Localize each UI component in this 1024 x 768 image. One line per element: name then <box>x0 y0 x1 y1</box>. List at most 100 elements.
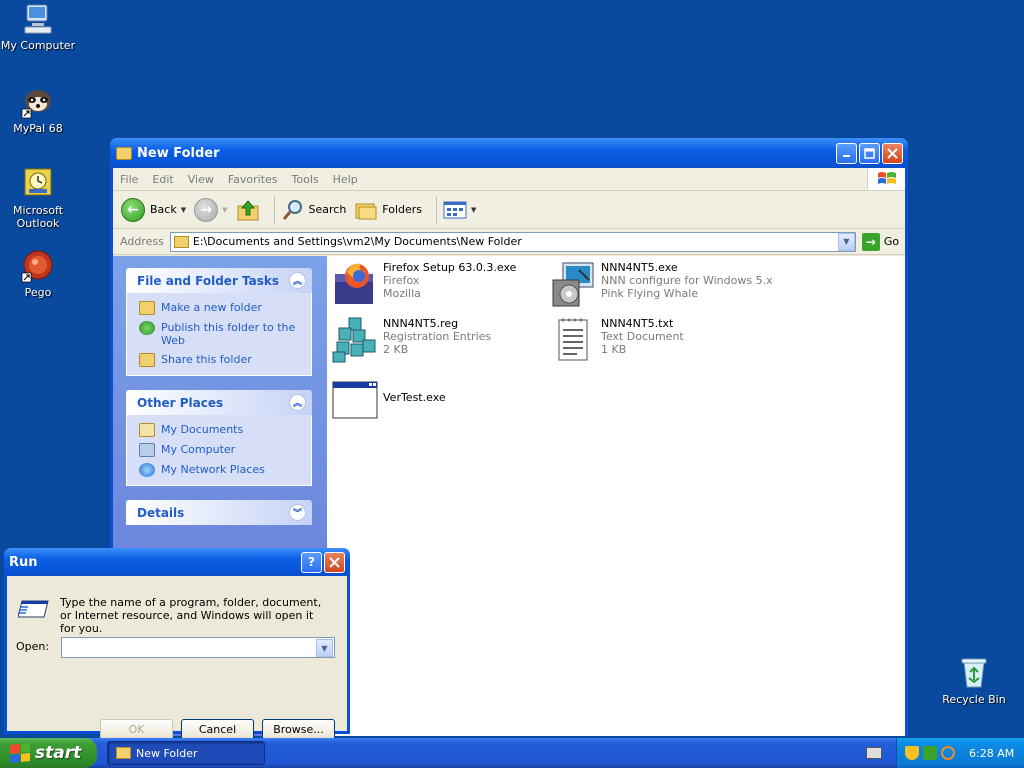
desktop-icon-recycle-bin[interactable]: Recycle Bin <box>936 656 1012 706</box>
panel-header[interactable]: File and Folder Tasks ︽ <box>126 268 312 293</box>
expand-icon[interactable]: ︾ <box>289 504 306 521</box>
ok-button[interactable]: OK <box>100 719 173 740</box>
standard-toolbar: ← Back ▼ → ▼ Search Folders ▼ <box>113 191 905 229</box>
panel-header[interactable]: Details ︾ <box>126 500 312 525</box>
explorer-titlebar[interactable]: New Folder <box>110 138 908 168</box>
clock[interactable]: 6:28 AM <box>969 747 1014 760</box>
close-icon <box>887 147 898 159</box>
desktop-icon-label: Recycle Bin <box>942 693 1006 706</box>
file-item-vertest-exe[interactable]: VerTest.exe <box>331 376 541 424</box>
outlook-icon <box>21 167 55 201</box>
back-button[interactable]: ← Back ▼ <box>121 197 186 222</box>
taskbar-item-new-folder[interactable]: New Folder <box>107 741 265 765</box>
place-label: My Computer <box>161 443 236 456</box>
file-item-firefox-setup[interactable]: Firefox Setup 63.0.3.exe Firefox Mozilla <box>331 260 541 308</box>
file-name: NNN4NT5.txt <box>601 317 674 330</box>
text-document-icon <box>549 316 597 364</box>
address-bar: Address E:\Documents and Settings\vm2\My… <box>113 229 905 255</box>
close-button[interactable] <box>324 551 345 573</box>
place-my-computer[interactable]: My Computer <box>139 443 303 457</box>
file-item-nnn4nt5-reg[interactable]: NNN4NT5.reg Registration Entries 2 KB <box>331 316 541 364</box>
keyboard-icon[interactable] <box>866 747 882 759</box>
maximize-button[interactable] <box>859 142 880 164</box>
menu-file[interactable]: File <box>120 173 138 186</box>
search-label: Search <box>308 203 347 216</box>
cancel-button[interactable]: Cancel <box>181 719 254 740</box>
run-program-icon <box>17 595 50 621</box>
file-meta: NNN4NT5.reg Registration Entries 2 KB <box>383 316 491 364</box>
open-dropdown-button[interactable]: ▼ <box>316 639 333 657</box>
start-button[interactable]: start <box>0 738 97 768</box>
file-name: NNN4NT5.reg <box>383 317 459 330</box>
toolbar-separator <box>436 195 438 224</box>
folder-icon <box>116 146 132 160</box>
go-arrow-icon: → <box>861 232 880 251</box>
desktop-icon-pego[interactable]: Pego <box>0 249 76 299</box>
menu-edit[interactable]: Edit <box>152 173 173 186</box>
open-combobox[interactable]: ▼ <box>61 637 335 658</box>
views-button[interactable]: ▼ <box>443 200 476 220</box>
open-label: Open: <box>16 640 50 653</box>
panel-title: Details <box>137 505 185 520</box>
desktop-icon-mypal[interactable]: MyPal 68 <box>0 85 76 135</box>
search-button[interactable]: Search <box>281 198 347 222</box>
minimize-icon <box>842 155 850 157</box>
file-type: Text Document <box>601 330 684 343</box>
start-label: start <box>35 743 82 763</box>
file-type: Registration Entries <box>383 330 492 343</box>
network-icon[interactable] <box>923 746 937 760</box>
close-button[interactable] <box>882 142 903 164</box>
desktop-icon-label: Outlook <box>16 217 60 230</box>
place-label: My Documents <box>161 423 244 436</box>
collapse-icon[interactable]: ︽ <box>289 272 306 289</box>
security-shield-icon[interactable] <box>905 746 919 760</box>
back-label: Back <box>150 203 177 216</box>
collapse-icon[interactable]: ︽ <box>289 394 306 411</box>
run-titlebar[interactable]: Run ? <box>4 548 350 576</box>
system-tray: 6:28 AM <box>896 738 1024 768</box>
go-button[interactable]: → Go <box>861 232 899 251</box>
minimize-button[interactable] <box>836 142 857 164</box>
task-make-new-folder[interactable]: Make a new folder <box>139 301 303 315</box>
browse-button[interactable]: Browse... <box>262 719 335 740</box>
file-folder-tasks-panel: File and Folder Tasks ︽ Make a new folde… <box>126 268 312 376</box>
task-label: Share this folder <box>161 353 252 366</box>
file-item-nnn4nt5-txt[interactable]: NNN4NT5.txt Text Document 1 KB <box>549 316 759 364</box>
file-item-nnn4nt5-exe[interactable]: NNN4NT5.exe NNN configure for Windows 5.… <box>549 260 789 308</box>
address-input[interactable]: E:\Documents and Settings\vm2\My Documen… <box>169 231 856 252</box>
search-icon <box>282 199 302 220</box>
address-dropdown-button[interactable]: ▼ <box>837 232 855 251</box>
panel-header[interactable]: Other Places ︽ <box>126 390 312 415</box>
place-my-network-places[interactable]: My Network Places <box>139 463 303 477</box>
desktop-icon-label: My Computer <box>0 39 76 52</box>
menu-tools[interactable]: Tools <box>292 173 319 186</box>
menu-bar: File Edit View Favorites Tools Help <box>113 168 905 191</box>
menu-help[interactable]: Help <box>333 173 358 186</box>
forward-button[interactable]: → ▼ <box>194 197 228 222</box>
desktop-icon-my-computer[interactable]: My Computer <box>0 2 76 52</box>
search-icon[interactable] <box>941 746 955 760</box>
file-list[interactable]: Firefox Setup 63.0.3.exe Firefox Mozilla… <box>327 256 905 736</box>
task-publish-folder[interactable]: Publish this folder to the Web <box>139 321 303 347</box>
run-dialog[interactable]: Run ? Type the name of a program, folder… <box>4 548 350 740</box>
folders-button[interactable]: Folders <box>354 199 422 221</box>
place-my-documents[interactable]: My Documents <box>139 423 303 437</box>
panel-title: File and Folder Tasks <box>137 273 280 288</box>
chevron-down-icon[interactable]: ▼ <box>181 206 186 214</box>
folder-icon <box>173 235 189 248</box>
help-button[interactable]: ? <box>301 551 322 573</box>
up-folder-icon <box>237 199 258 220</box>
chevron-down-icon[interactable]: ▼ <box>222 206 227 214</box>
menu-favorites[interactable]: Favorites <box>228 173 278 186</box>
toolbar-separator <box>273 195 275 224</box>
publish-web-icon <box>139 321 155 335</box>
raccoon-icon <box>21 85 55 119</box>
chevron-down-icon: ▼ <box>471 205 477 214</box>
recycle-bin-icon <box>957 656 991 690</box>
up-button[interactable] <box>236 198 260 222</box>
file-meta: VerTest.exe <box>383 376 446 424</box>
file-company: Mozilla <box>383 287 421 300</box>
desktop-icon-outlook[interactable]: Microsoft Outlook <box>0 167 76 230</box>
task-share-folder[interactable]: Share this folder <box>139 353 303 367</box>
menu-view[interactable]: View <box>188 173 214 186</box>
